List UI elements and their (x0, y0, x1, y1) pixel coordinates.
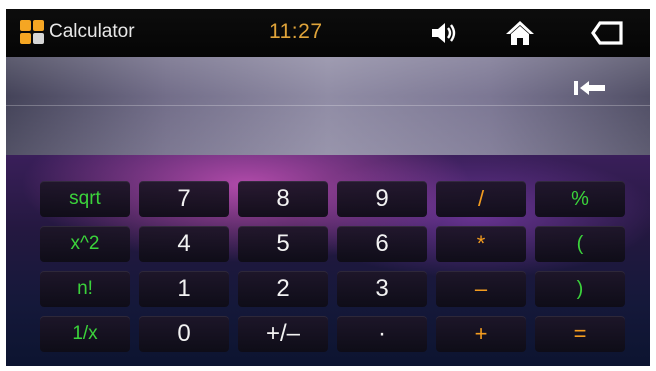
key-close-paren[interactable]: ) (535, 271, 625, 307)
key-negate[interactable]: +/– (238, 316, 328, 352)
display-divider (6, 105, 650, 106)
key-subtract[interactable]: – (436, 271, 526, 307)
home-icon (506, 21, 534, 45)
key-decimal-point[interactable]: · (337, 316, 427, 352)
backspace-icon (574, 81, 605, 95)
app-title: Calculator (49, 21, 135, 42)
clock: 11:27 (269, 20, 323, 43)
back-button[interactable] (590, 18, 624, 48)
calculator-app-icon (20, 20, 44, 44)
volume-button[interactable] (427, 18, 461, 48)
key-multiply[interactable]: * (436, 226, 526, 262)
speaker-icon (432, 23, 456, 43)
status-bar: Calculator 11:27 (6, 9, 650, 58)
key-divide[interactable]: / (436, 181, 526, 217)
key-8[interactable]: 8 (238, 181, 328, 217)
key-5[interactable]: 5 (238, 226, 328, 262)
key-7[interactable]: 7 (139, 181, 229, 217)
key-open-paren[interactable]: ( (535, 226, 625, 262)
key-2[interactable]: 2 (238, 271, 328, 307)
key-4[interactable]: 4 (139, 226, 229, 262)
key-reciprocal[interactable]: 1/x (40, 316, 130, 352)
key-percent[interactable]: % (535, 181, 625, 217)
key-add[interactable]: + (436, 316, 526, 352)
key-equals[interactable]: = (535, 316, 625, 352)
key-3[interactable]: 3 (337, 271, 427, 307)
key-1[interactable]: 1 (139, 271, 229, 307)
back-icon (591, 21, 623, 45)
home-button[interactable] (503, 18, 537, 48)
window-frame: Calculator 11:27 sqrt 7 8 9 / % x^2 4 5 … (0, 0, 656, 371)
key-9[interactable]: 9 (337, 181, 427, 217)
key-sqrt[interactable]: sqrt (40, 181, 130, 217)
keypad-grid: sqrt 7 8 9 / % x^2 4 5 6 * ( n! 1 2 3 – … (40, 181, 625, 352)
key-square[interactable]: x^2 (40, 226, 130, 262)
calculator-display (6, 57, 650, 155)
key-factorial[interactable]: n! (40, 271, 130, 307)
key-6[interactable]: 6 (337, 226, 427, 262)
keypad: sqrt 7 8 9 / % x^2 4 5 6 * ( n! 1 2 3 – … (6, 155, 650, 366)
backspace-button[interactable] (571, 75, 609, 101)
calculator-screen: Calculator 11:27 sqrt 7 8 9 / % x^2 4 5 … (6, 9, 650, 366)
key-0[interactable]: 0 (139, 316, 229, 352)
